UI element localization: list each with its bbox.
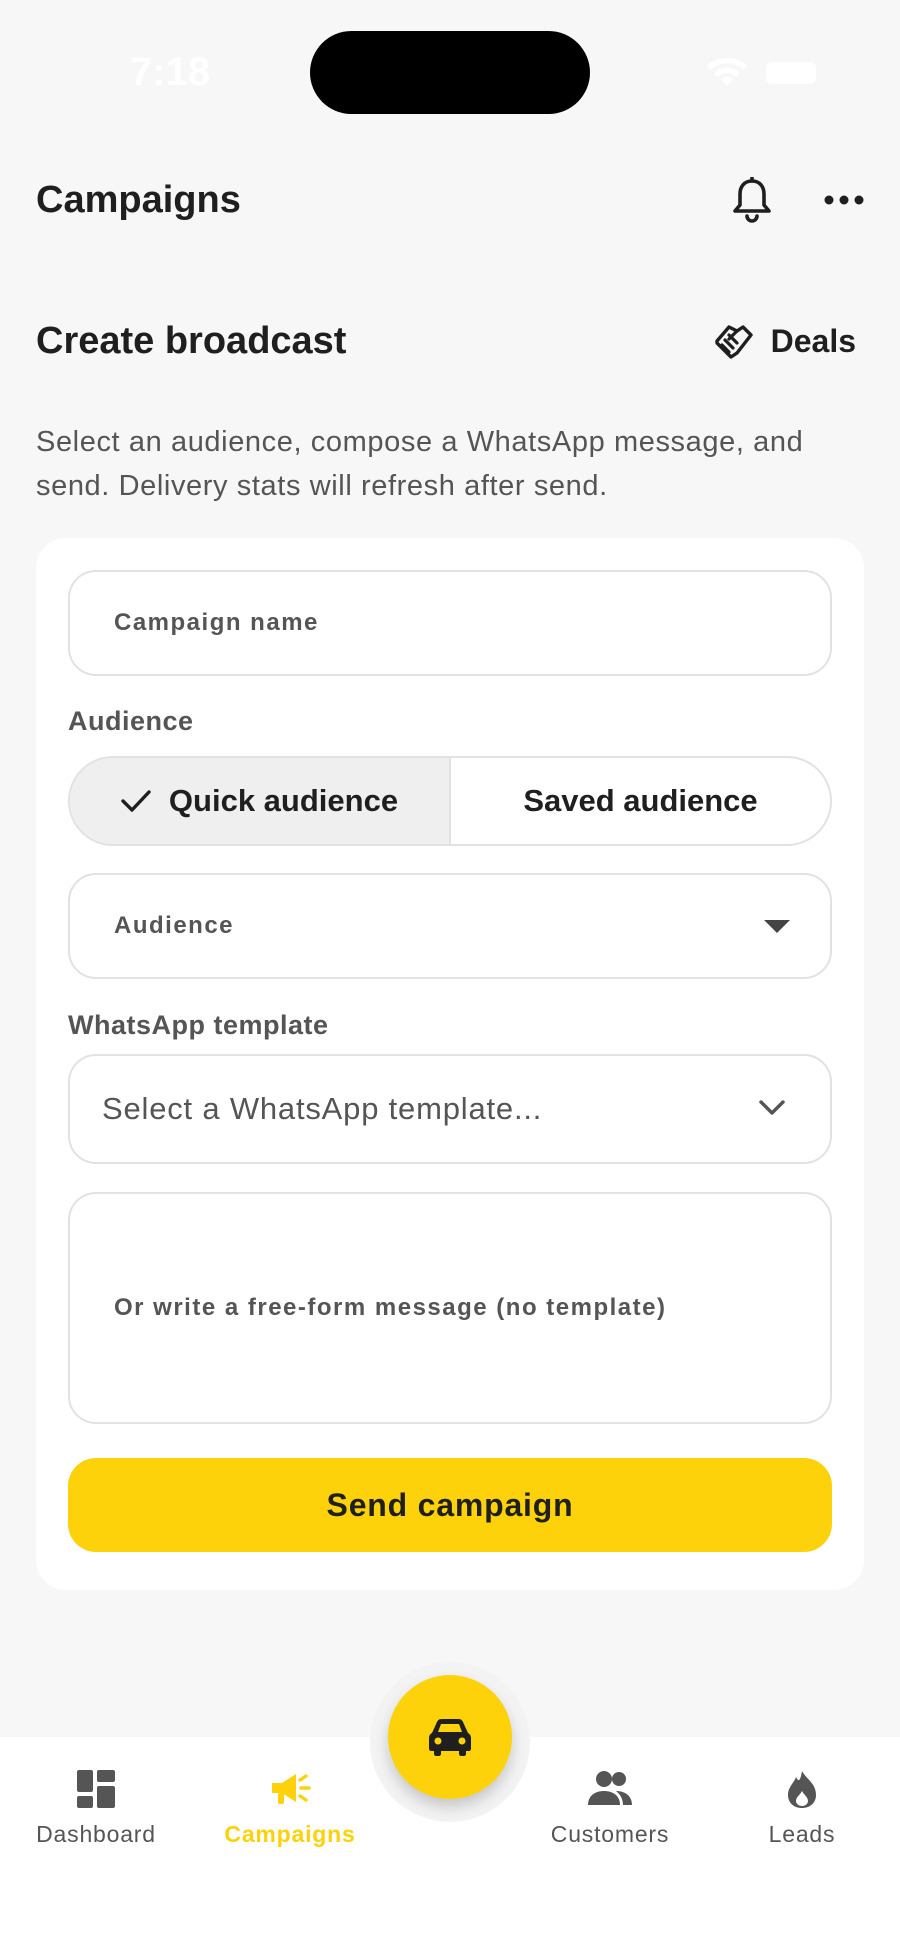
audience-group-label: Audience bbox=[68, 706, 194, 736]
nav-item-customers[interactable]: Customers bbox=[530, 1769, 690, 1848]
people-icon bbox=[588, 1771, 632, 1805]
nav-label-dashboard: Dashboard bbox=[36, 1821, 156, 1847]
section-header: Create broadcast Deals bbox=[36, 320, 864, 363]
nav-item-leads[interactable]: Leads bbox=[722, 1769, 882, 1848]
car-icon bbox=[429, 1719, 471, 1756]
nav-label-customers: Customers bbox=[550, 1821, 670, 1847]
send-campaign-button[interactable]: Send campaign bbox=[68, 1458, 832, 1552]
flame-icon bbox=[788, 1771, 816, 1808]
nav-label-leads: Leads bbox=[768, 1821, 836, 1847]
broadcast-form-card: Campaign name Audience Quick audience Sa… bbox=[36, 538, 864, 1590]
bell-icon bbox=[733, 177, 771, 223]
notifications-button[interactable] bbox=[732, 177, 772, 223]
deals-label: Deals bbox=[770, 323, 856, 359]
template-placeholder: Select a WhatsApp template... bbox=[102, 1091, 543, 1126]
page-title: Campaigns bbox=[36, 178, 241, 221]
check-icon bbox=[121, 790, 151, 812]
caret-down-icon bbox=[764, 920, 790, 933]
battery-icon bbox=[766, 62, 816, 84]
quick-audience-segment[interactable]: Quick audience bbox=[70, 758, 451, 844]
wifi-icon bbox=[707, 58, 747, 86]
template-group-label: WhatsApp template bbox=[68, 1010, 329, 1040]
more-horizontal-icon bbox=[824, 195, 864, 205]
more-options-button[interactable] bbox=[824, 194, 864, 206]
free-form-message-input[interactable]: Or write a free-form message (no templat… bbox=[68, 1192, 832, 1424]
audience-type-toggle: Quick audience Saved audience bbox=[68, 756, 832, 846]
megaphone-icon bbox=[272, 1774, 311, 1804]
campaign-name-input[interactable]: Campaign name bbox=[68, 570, 832, 676]
status-icons bbox=[706, 58, 816, 88]
saved-audience-label: Saved audience bbox=[523, 783, 758, 818]
nav-item-dashboard[interactable]: Dashboard bbox=[16, 1769, 176, 1848]
campaign-name-label: Campaign name bbox=[114, 609, 319, 636]
dashboard-icon bbox=[77, 1770, 115, 1808]
audience-select[interactable]: Audience bbox=[68, 873, 832, 979]
nav-item-campaigns[interactable]: Campaigns bbox=[210, 1769, 370, 1848]
app-header: Campaigns bbox=[36, 160, 864, 240]
dynamic-island bbox=[310, 31, 590, 114]
section-title: Create broadcast bbox=[36, 320, 347, 362]
chevron-down-icon bbox=[759, 1100, 785, 1115]
template-select[interactable]: Select a WhatsApp template... bbox=[68, 1054, 832, 1164]
status-time: 7:18 bbox=[130, 50, 211, 94]
section-description: Select an audience, compose a WhatsApp m… bbox=[36, 426, 804, 502]
audience-select-label: Audience bbox=[114, 912, 235, 939]
nav-label-campaigns: Campaigns bbox=[224, 1821, 356, 1847]
quick-audience-label: Quick audience bbox=[168, 783, 399, 818]
message-label: Or write a free-form message (no templat… bbox=[114, 1294, 667, 1321]
deals-button[interactable]: Deals bbox=[713, 323, 856, 361]
status-bar: 7:18 bbox=[0, 0, 900, 140]
header-actions bbox=[732, 177, 864, 223]
saved-audience-segment[interactable]: Saved audience bbox=[451, 758, 830, 844]
handshake-icon bbox=[714, 324, 753, 359]
vehicles-fab-button[interactable] bbox=[388, 1675, 512, 1799]
